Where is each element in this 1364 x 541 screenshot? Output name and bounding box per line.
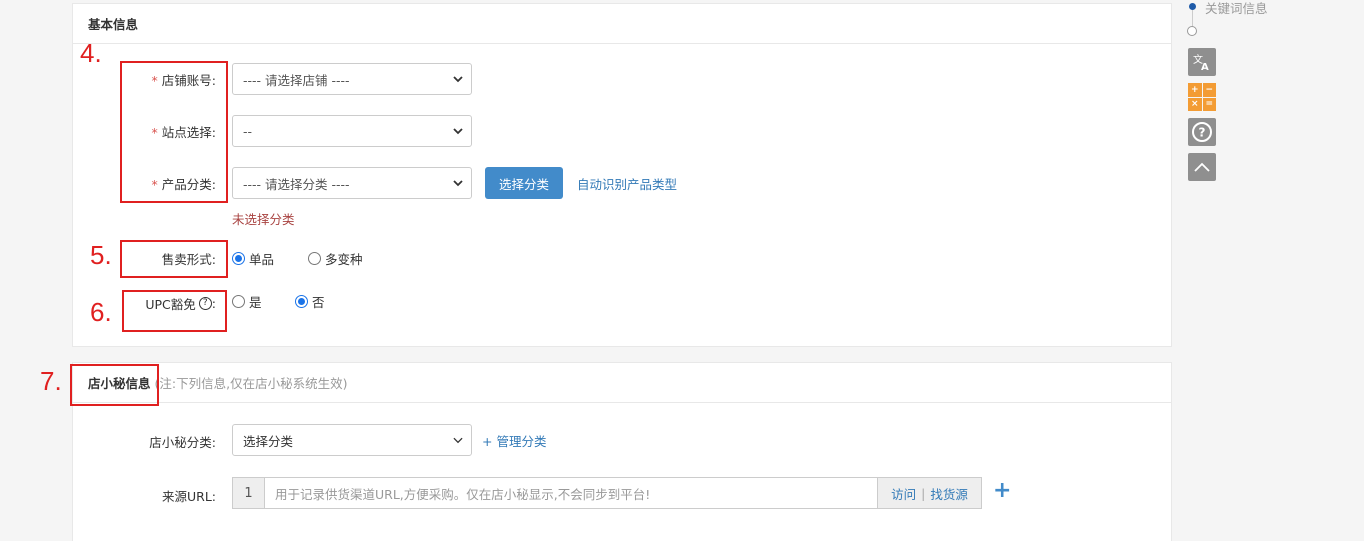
basic-info-header: 基本信息 bbox=[73, 4, 1171, 44]
sale-form-single-radio[interactable]: 单品 bbox=[232, 249, 274, 268]
back-to-top-icon[interactable] bbox=[1188, 153, 1216, 181]
category-select-value: ---- 请选择分类 ---- bbox=[243, 176, 350, 192]
dxm-info-header: 店小秘信息 (注:下列信息,仅在店小秘系统生效) bbox=[73, 363, 1171, 403]
source-url-input[interactable]: 用于记录供货渠道URL,方便采购。仅在店小秘显示,不会同步到平台! bbox=[265, 478, 877, 508]
source-url-group: 1 用于记录供货渠道URL,方便采购。仅在店小秘显示,不会同步到平台! 访问 |… bbox=[232, 477, 982, 509]
select-category-button[interactable]: 选择分类 bbox=[485, 167, 563, 199]
store-select-value: ---- 请选择店铺 ---- bbox=[243, 72, 350, 88]
annotation-marker-7: 7. bbox=[40, 366, 62, 396]
actions-separator: | bbox=[921, 485, 926, 501]
source-url-index: 1 bbox=[233, 478, 265, 508]
dxm-category-label: 店小秘分类: bbox=[149, 435, 216, 450]
basic-info-title: 基本信息 bbox=[88, 17, 139, 32]
dxm-info-note: (注:下列信息,仅在店小秘系统生效) bbox=[154, 376, 348, 391]
calc-minus: − bbox=[1202, 83, 1216, 97]
chevron-down-icon bbox=[453, 126, 463, 136]
calc-equals: = bbox=[1202, 97, 1216, 111]
svg-text:?: ? bbox=[1199, 126, 1206, 140]
dxm-category-select[interactable]: 选择分类 bbox=[232, 424, 472, 456]
nav-line bbox=[1192, 10, 1193, 27]
annotation-box-5 bbox=[120, 240, 228, 278]
radio-unchecked-icon bbox=[232, 295, 245, 308]
source-url-actions: 访问 | 找货源 bbox=[877, 478, 981, 508]
chevron-down-icon bbox=[453, 74, 463, 84]
dxm-category-select-value: 选择分类 bbox=[243, 433, 294, 449]
manage-category-link[interactable]: + 管理分类 bbox=[482, 431, 546, 450]
annotation-box-7 bbox=[70, 364, 159, 406]
calc-times: × bbox=[1188, 97, 1202, 111]
help-icon[interactable]: ? bbox=[1188, 118, 1216, 146]
annotation-marker-5: 5. bbox=[90, 240, 112, 270]
category-error-text: 未选择分类 bbox=[232, 212, 295, 227]
upc-yes-radio[interactable]: 是 bbox=[232, 292, 262, 311]
radio-checked-icon bbox=[232, 252, 245, 265]
nav-next-ring[interactable] bbox=[1187, 26, 1197, 36]
nav-keywords-link[interactable]: 关键词信息 bbox=[1205, 0, 1268, 17]
site-select-value: -- bbox=[243, 123, 253, 139]
find-source-link[interactable]: 找货源 bbox=[930, 484, 968, 503]
nav-current-dot bbox=[1189, 3, 1196, 10]
chevron-down-icon bbox=[453, 178, 463, 188]
chevron-down-icon bbox=[453, 435, 463, 445]
upc-no-radio[interactable]: 否 bbox=[295, 292, 325, 311]
calc-plus: + bbox=[1188, 83, 1202, 97]
site-select[interactable]: -- bbox=[232, 115, 472, 147]
annotation-box-4 bbox=[120, 61, 228, 203]
annotation-box-6 bbox=[122, 290, 227, 332]
annotation-marker-4: 4. bbox=[80, 38, 102, 68]
translate-icon[interactable]: 文A bbox=[1188, 48, 1216, 76]
auto-detect-type-link[interactable]: 自动识别产品类型 bbox=[577, 174, 677, 193]
annotation-marker-6: 6. bbox=[90, 297, 112, 327]
radio-unchecked-icon bbox=[308, 252, 321, 265]
category-select[interactable]: ---- 请选择分类 ---- bbox=[232, 167, 472, 199]
visit-link[interactable]: 访问 bbox=[891, 484, 916, 503]
store-select[interactable]: ---- 请选择店铺 ---- bbox=[232, 63, 472, 95]
calculator-icon[interactable]: + − × = bbox=[1188, 83, 1216, 111]
sale-form-variants-radio[interactable]: 多变种 bbox=[308, 249, 363, 268]
add-url-button[interactable]: + bbox=[993, 478, 1011, 503]
radio-checked-icon bbox=[295, 295, 308, 308]
svg-text:A: A bbox=[1201, 62, 1209, 72]
source-url-label: 来源URL: bbox=[161, 489, 216, 504]
